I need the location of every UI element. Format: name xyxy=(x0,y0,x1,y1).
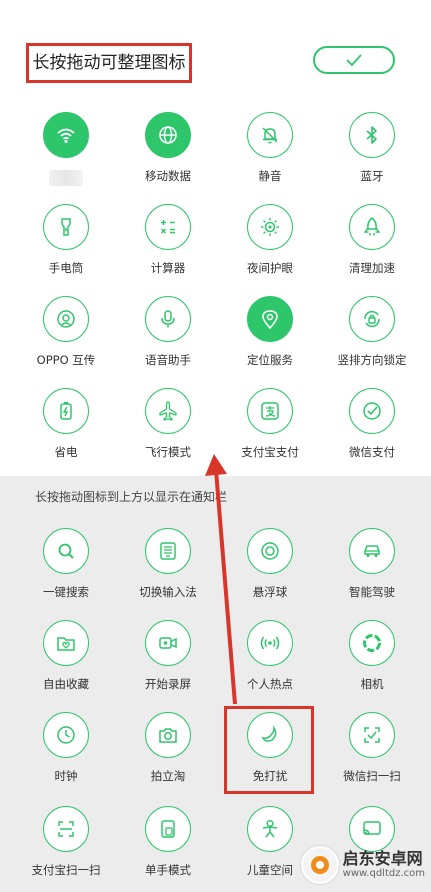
watermark-url: www.qdltdz.com xyxy=(342,868,425,879)
watermark-logo-icon xyxy=(300,846,339,884)
annotation-arrow xyxy=(205,454,237,705)
watermark-name: 启东安卓网 xyxy=(342,849,423,868)
watermark: 启东安卓网 www.qdltdz.com xyxy=(300,846,425,884)
